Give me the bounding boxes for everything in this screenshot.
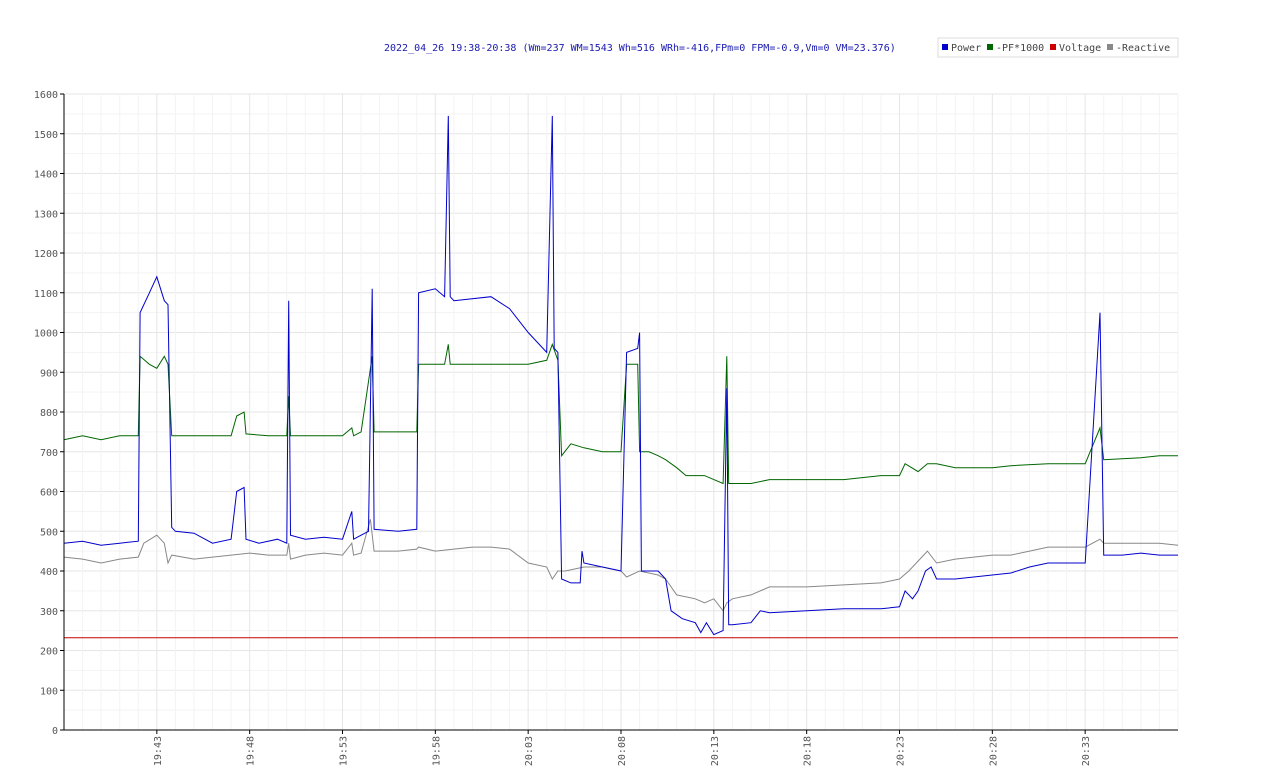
- y-tick-label: 500: [40, 527, 58, 538]
- legend-label: -Reactive: [1116, 43, 1170, 54]
- x-tick-label: 20:03: [524, 736, 535, 766]
- legend-label: Power: [951, 43, 981, 54]
- x-tick-label: 20:18: [803, 736, 814, 766]
- x-tick-label: 20:13: [710, 736, 721, 766]
- y-tick-labels: 0 100 200 300 400 500 600 700 800 900 1000 1100 1200…: [34, 90, 64, 737]
- y-tick-label: 600: [40, 488, 58, 499]
- x-tick-label: 20:23: [896, 736, 907, 766]
- x-tick-label: 19:53: [339, 736, 350, 766]
- y-tick-label: 1400: [34, 170, 58, 181]
- x-tick-label: 19:43: [153, 736, 164, 766]
- legend-label: -PF*1000: [996, 43, 1044, 54]
- legend-swatch: [1050, 44, 1056, 50]
- power-chart: 2022_04_26 19:38-20:38 (Wm=237 WM=1543 W…: [34, 37, 1179, 766]
- y-tick-label: 0: [52, 726, 58, 737]
- legend: Power -PF*1000 Voltage -Reactive: [937, 37, 1179, 58]
- x-tick-label: 20:28: [988, 736, 999, 766]
- y-tick-label: 200: [40, 647, 58, 658]
- x-tick-label: 20:08: [617, 736, 628, 766]
- y-tick-label: 400: [40, 567, 58, 578]
- y-tick-label: 100: [40, 686, 58, 697]
- legend-swatch: [942, 44, 948, 50]
- grid-lines: [63, 93, 1179, 731]
- y-tick-label: 900: [40, 368, 58, 379]
- y-tick-label: 1200: [34, 249, 58, 260]
- y-tick-label: 300: [40, 607, 58, 618]
- y-tick-label: 1000: [34, 329, 58, 340]
- legend-label: Voltage: [1059, 43, 1101, 54]
- chart-title: 2022_04_26 19:38-20:38 (Wm=237 WM=1543 W…: [384, 43, 896, 54]
- x-tick-label: 19:58: [431, 736, 442, 766]
- y-tick-label: 1500: [34, 130, 58, 141]
- legend-swatch: [987, 44, 993, 50]
- y-tick-label: 1300: [34, 209, 58, 220]
- y-tick-label: 700: [40, 448, 58, 459]
- x-tick-label: 20:33: [1081, 736, 1092, 766]
- x-tick-labels: 19:43 19:48 19:53 19:58 20:03 20:08 20:13 20:18…: [153, 730, 1092, 766]
- x-tick-label: 19:48: [246, 736, 257, 766]
- y-tick-label: 1100: [34, 289, 58, 300]
- y-tick-label: 800: [40, 408, 58, 419]
- y-tick-label: 1600: [34, 90, 58, 101]
- legend-swatch: [1107, 44, 1113, 50]
